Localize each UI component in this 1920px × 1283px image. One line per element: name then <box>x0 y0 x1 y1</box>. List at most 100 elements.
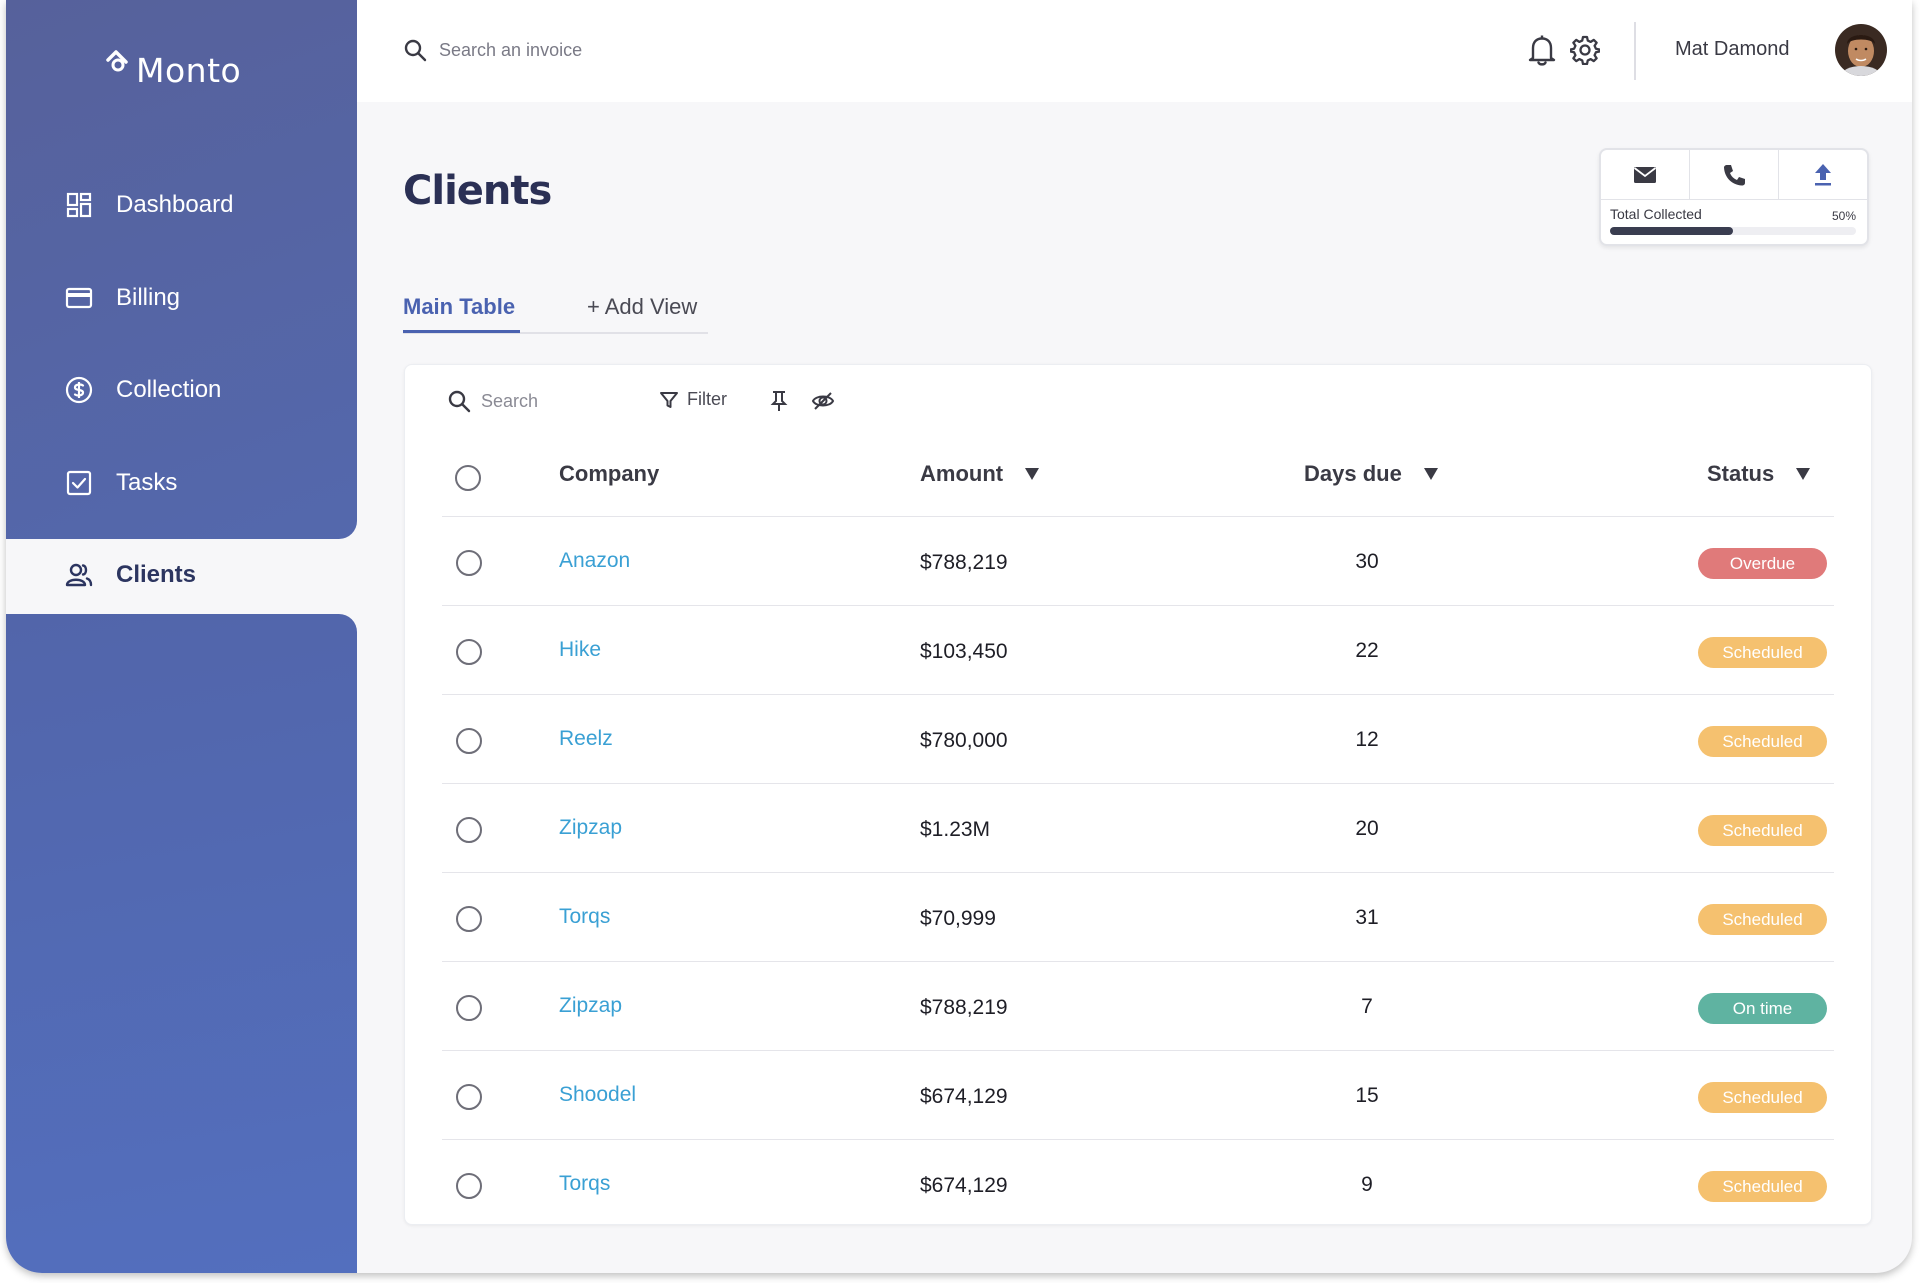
sidebar-item-clients[interactable]: Clients <box>64 560 196 590</box>
row-checkbox[interactable] <box>456 1173 482 1199</box>
company-link[interactable]: Zipzap <box>559 816 622 840</box>
row-checkbox[interactable] <box>456 1084 482 1110</box>
column-header-label: Days due <box>1304 461 1402 486</box>
bell-icon[interactable] <box>1527 34 1557 66</box>
sidebar-item-label: Clients <box>116 561 197 588</box>
user-name[interactable]: Mat Damond <box>1675 38 1790 61</box>
company-link[interactable]: Reelz <box>559 727 613 751</box>
filter-icon <box>660 391 678 408</box>
dollar-circle-icon <box>64 375 94 405</box>
table-search <box>447 389 621 413</box>
days-due-cell: 9 <box>1361 1173 1373 1196</box>
company-link[interactable]: Shoodel <box>559 1083 636 1107</box>
brand-name: Monto <box>136 51 242 90</box>
quick-actions-card: Total Collected 50% <box>1599 148 1869 246</box>
table-row: Hike $103,450 22 Scheduled <box>442 606 1834 695</box>
filter-button[interactable]: Filter <box>659 389 727 410</box>
app-window: Monto Dashboard Billing Collection Tasks… <box>6 0 1912 1273</box>
hide-columns-button[interactable] <box>811 389 835 413</box>
status-badge: On time <box>1698 993 1827 1024</box>
add-view-button[interactable]: + Add View <box>587 294 697 320</box>
column-header-amount[interactable]: Amount <box>920 461 1040 487</box>
amount-cell: $674,129 <box>920 1174 1008 1197</box>
monto-logo-icon <box>106 50 128 72</box>
active-tab-indicator <box>403 330 520 333</box>
upload-icon <box>1815 163 1831 185</box>
table-row: Reelz $780,000 12 Scheduled <box>442 695 1834 784</box>
row-checkbox[interactable] <box>456 728 482 754</box>
gear-icon[interactable] <box>1570 35 1600 65</box>
days-due-cell: 22 <box>1355 639 1379 662</box>
days-due-cell: 12 <box>1355 728 1379 751</box>
company-link[interactable]: Hike <box>559 638 601 662</box>
upload-button[interactable] <box>1779 150 1867 199</box>
days-due-cell: 15 <box>1355 1084 1379 1107</box>
status-badge: Scheduled <box>1698 815 1827 846</box>
table-row: Zipzap $788,219 7 On time <box>442 962 1834 1051</box>
checkbox-icon <box>64 468 94 498</box>
column-header-status[interactable]: Status <box>1707 461 1811 487</box>
company-link[interactable]: Anazon <box>559 549 630 573</box>
search-icon <box>448 390 471 413</box>
row-checkbox[interactable] <box>456 550 482 576</box>
call-button[interactable] <box>1690 150 1779 199</box>
pin-button[interactable] <box>767 389 791 413</box>
tab-main-table[interactable]: Main Table <box>403 294 515 320</box>
avatar[interactable] <box>1835 24 1887 76</box>
total-collected-label: Total Collected <box>1610 206 1702 222</box>
sidebar-item-collection[interactable]: Collection <box>64 375 221 405</box>
table-row: Anazon $788,219 30 Overdue <box>442 517 1834 606</box>
row-checkbox[interactable] <box>456 639 482 665</box>
sidebar-item-dashboard[interactable]: Dashboard <box>64 190 233 220</box>
users-icon <box>64 560 94 590</box>
amount-cell: $788,219 <box>920 996 1008 1019</box>
mail-icon <box>1633 166 1657 183</box>
view-tabs: Main Table + Add View <box>403 288 708 334</box>
total-collected-percent: 50% <box>1831 209 1856 223</box>
sidebar-item-tasks[interactable]: Tasks <box>64 468 177 498</box>
days-due-cell: 7 <box>1361 995 1373 1018</box>
invoice-search-input[interactable] <box>439 39 739 61</box>
sidebar-item-billing[interactable]: Billing <box>64 283 180 313</box>
column-header-label: Amount <box>920 461 1004 486</box>
table-row: Torqs $674,129 9 Scheduled <box>442 1140 1834 1229</box>
column-header-days-due[interactable]: Days due <box>1304 461 1438 487</box>
clients-table-card: Filter Company Amount Days due Status <box>404 364 1872 1225</box>
column-header-label: Status <box>1707 461 1775 486</box>
company-link[interactable]: Torqs <box>559 1172 610 1196</box>
sidebar-item-label: Billing <box>116 284 181 311</box>
collected-progress-bar <box>1610 227 1856 235</box>
sidebar-item-label: Dashboard <box>116 191 234 218</box>
pin-icon <box>770 391 788 411</box>
phone-icon <box>1724 164 1745 185</box>
status-badge: Scheduled <box>1698 1082 1827 1113</box>
sidebar-lower <box>6 614 357 1273</box>
status-badge: Scheduled <box>1698 904 1827 935</box>
row-checkbox[interactable] <box>456 995 482 1021</box>
column-header-company[interactable]: Company <box>559 461 659 487</box>
sidebar-item-label: Collection <box>116 376 222 403</box>
topbar-divider <box>1634 22 1636 80</box>
status-badge: Overdue <box>1698 548 1827 579</box>
row-checkbox[interactable] <box>456 906 482 932</box>
filter-label: Filter <box>687 389 727 409</box>
table-row: Torqs $70,999 31 Scheduled <box>442 873 1834 962</box>
amount-cell: $788,219 <box>920 551 1008 574</box>
days-due-cell: 20 <box>1355 817 1379 840</box>
brand-logo[interactable]: Monto <box>104 48 241 90</box>
amount-cell: $70,999 <box>920 907 996 930</box>
company-link[interactable]: Zipzap <box>559 994 622 1018</box>
company-link[interactable]: Torqs <box>559 905 610 929</box>
status-badge: Scheduled <box>1698 637 1827 668</box>
table-search-input[interactable] <box>481 390 621 412</box>
sort-down-icon[interactable] <box>1796 468 1811 480</box>
row-checkbox[interactable] <box>456 817 482 843</box>
table-row: Zipzap $1.23M 20 Scheduled <box>442 784 1834 873</box>
sort-down-icon[interactable] <box>1423 468 1438 480</box>
days-due-cell: 30 <box>1355 550 1379 573</box>
invoice-search <box>403 38 739 62</box>
select-all-checkbox[interactable] <box>455 465 481 491</box>
email-button[interactable] <box>1601 150 1690 199</box>
sort-down-icon[interactable] <box>1025 468 1040 480</box>
amount-cell: $780,000 <box>920 729 1008 752</box>
